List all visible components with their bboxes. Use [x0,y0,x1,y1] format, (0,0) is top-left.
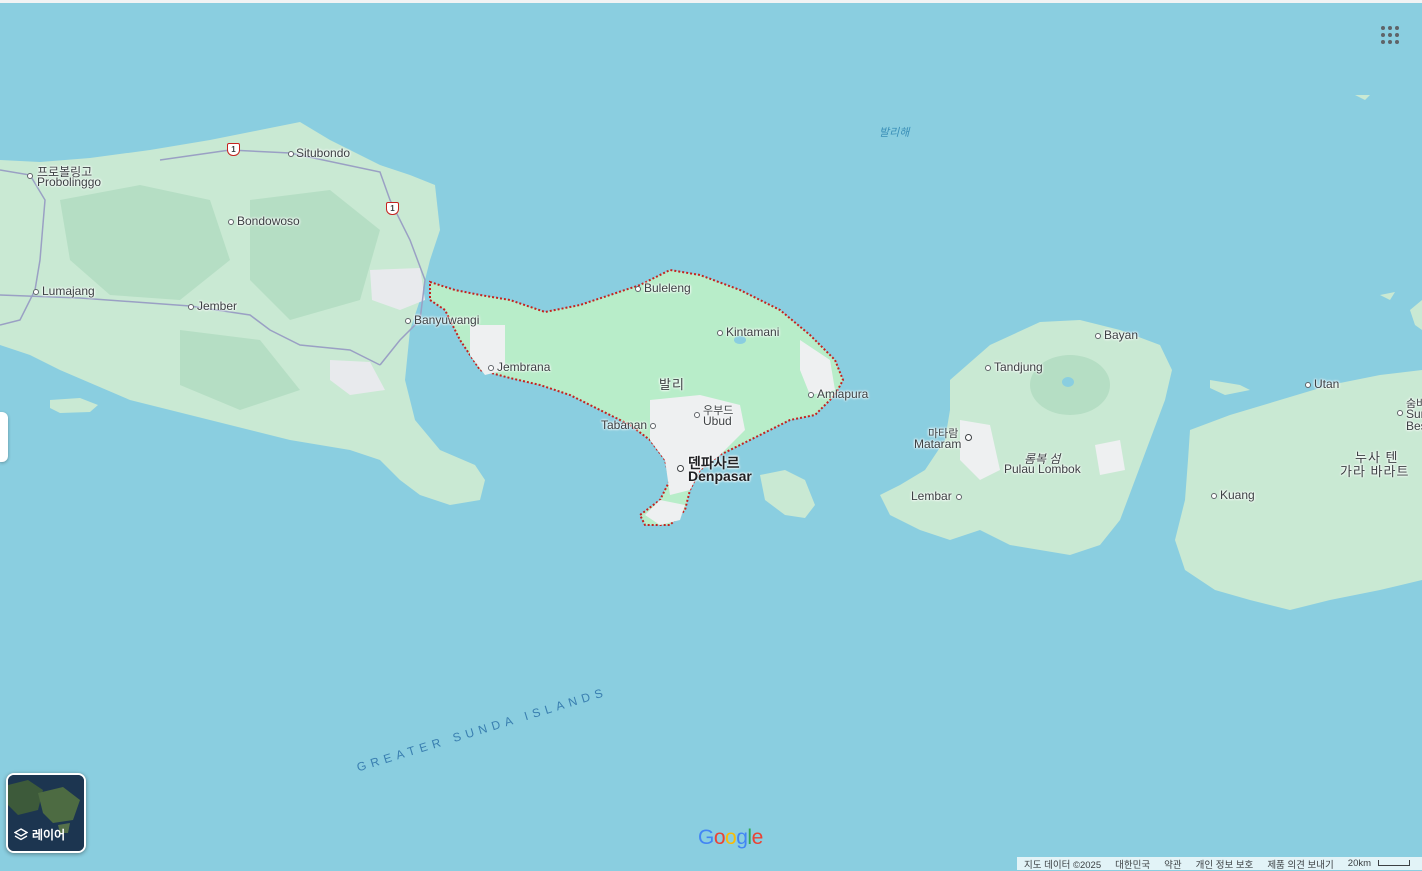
label-lumajang[interactable]: Lumajang [42,284,95,298]
banyuwangi-marker[interactable] [405,318,411,324]
edge-marker[interactable] [1397,410,1403,416]
label-mataram[interactable]: Mataram [914,437,961,451]
label-tabanan[interactable]: Tabanan [601,418,647,432]
label-tandjung[interactable]: Tandjung [994,360,1043,374]
situbondo-marker[interactable] [288,151,294,157]
label-jembrana[interactable]: Jembrana [497,360,550,374]
google-logo: Google [698,826,763,849]
label-bali[interactable]: 발리 [659,374,685,393]
layers-icon [14,827,28,840]
layer-button[interactable]: 레이어 [6,773,86,853]
label-ubud[interactable]: Ubud [703,414,732,428]
ubud-marker[interactable] [694,412,700,418]
label-bayan[interactable]: Bayan [1104,328,1138,342]
terms-link[interactable]: 약관 [1164,857,1181,871]
bayan-marker[interactable] [1095,333,1101,339]
country-link[interactable]: 대한민국 [1115,857,1150,871]
tabanan-marker[interactable] [650,423,656,429]
sumbawa-landmass [1175,370,1422,610]
layer-label: 레이어 [32,828,66,842]
label-kintamani[interactable]: Kintamani [726,325,779,339]
scale-label: 20km [1347,858,1372,869]
feedback-link[interactable]: 제품 의견 보내기 [1267,857,1333,871]
route-shield-1: 1 [227,143,240,156]
amlapura-marker[interactable] [808,392,814,398]
map-canvas[interactable]: 1 1 프로볼링고 Probolinggo Situbondo Bondowos… [0,0,1422,870]
label-bondowoso[interactable]: Bondowoso [237,214,300,228]
label-jember[interactable]: Jember [197,299,237,313]
privacy-link[interactable]: 개인 정보 보호 [1196,857,1254,871]
label-denpasar[interactable]: Denpasar [688,468,752,484]
route-shield-1b: 1 [386,202,399,215]
label-amlapura[interactable]: Amlapura [817,387,868,401]
layer-label-row: 레이어 [14,826,65,843]
lumajang-marker[interactable] [33,289,39,295]
label-banyuwangi[interactable]: Banyuwangi [414,313,479,327]
apps-grid-icon[interactable] [1378,23,1402,47]
utan-marker[interactable] [1305,382,1311,388]
kuang-marker[interactable] [1211,493,1217,499]
label-lombok[interactable]: Pulau Lombok [1004,462,1081,476]
scale-bar [1378,860,1411,867]
probolinggo-marker[interactable] [27,173,33,179]
label-bali-sea: 발리해 [879,127,910,139]
label-lembar[interactable]: Lembar [911,489,952,503]
label-kuang[interactable]: Kuang [1220,488,1255,502]
label-edge-2[interactable]: Bes [1406,419,1422,433]
lembar-marker[interactable] [956,494,962,500]
label-nusa-line2[interactable]: 가라 바라트 [1340,461,1409,480]
side-panel-toggle[interactable] [0,412,8,462]
kintamani-marker[interactable] [717,330,723,336]
buleleng-marker[interactable] [635,286,641,292]
label-probolinggo[interactable]: Probolinggo [37,175,101,189]
label-utan[interactable]: Utan [1314,377,1339,391]
map-base-layer [0,0,1422,610]
denpasar-marker[interactable] [677,465,684,472]
mataram-marker[interactable] [965,434,972,441]
label-buleleng[interactable]: Buleleng [644,281,691,295]
scale-indicator[interactable]: 20km [1348,858,1417,869]
map-data-attribution[interactable]: 지도 데이터 ©2025 [1024,857,1101,871]
map-footer: 지도 데이터 ©2025 대한민국 약관 개인 정보 보호 제품 의견 보내기 … [1017,857,1422,871]
label-situbondo[interactable]: Situbondo [296,146,350,160]
tandjung-marker[interactable] [985,365,991,371]
jembrana-marker[interactable] [488,365,494,371]
bondowoso-marker[interactable] [228,219,234,225]
jember-marker[interactable] [188,304,194,310]
